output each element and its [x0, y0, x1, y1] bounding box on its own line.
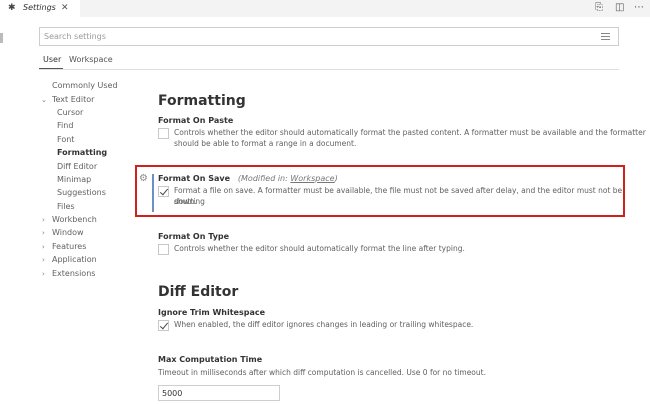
search-box[interactable]: [39, 27, 619, 46]
format-on-paste-desc-2: should be able to format a range in a do…: [174, 139, 357, 148]
format-on-type-label: Format On Type: [158, 232, 230, 241]
toc-application[interactable]: Application: [52, 255, 97, 265]
chevron-right-icon[interactable]: ›: [42, 269, 45, 279]
scope-divider: [39, 69, 619, 70]
format-on-save-title: Format On Save: [158, 174, 231, 183]
chevron-right-icon[interactable]: ›: [42, 242, 45, 252]
open-json-icon[interactable]: ⎘: [595, 1, 603, 15]
settings-tab[interactable]: ✱ Settings ✕: [0, 0, 80, 17]
max-computation-time-input[interactable]: [158, 385, 280, 401]
max-computation-time-desc: Timeout in milliseconds after which diff…: [158, 368, 486, 377]
filter-icon[interactable]: [601, 33, 610, 40]
gear-icon[interactable]: ⚙: [139, 173, 148, 185]
section-title-diff-editor: Diff Editor: [158, 284, 239, 300]
toc-cursor[interactable]: Cursor: [57, 108, 83, 118]
toc-workbench[interactable]: Workbench: [52, 215, 97, 225]
format-on-save-desc-1: Format a file on save. A formatter must …: [174, 186, 623, 206]
chevron-right-icon[interactable]: ›: [42, 215, 45, 225]
toc-minimap[interactable]: Minimap: [57, 175, 91, 185]
ignore-trim-whitespace-checkbox[interactable]: [158, 320, 169, 331]
toc-suggestions[interactable]: Suggestions: [57, 188, 106, 198]
toc-features[interactable]: Features: [52, 242, 86, 252]
settings-tab-icon: ✱: [8, 3, 16, 13]
chevron-down-icon[interactable]: ⌄: [41, 95, 47, 105]
modified-suffix: ): [334, 174, 338, 183]
toc-find[interactable]: Find: [57, 121, 73, 131]
modified-indicator: [152, 174, 154, 212]
more-actions-icon[interactable]: ⋯: [634, 1, 644, 15]
toc-diff-editor[interactable]: Diff Editor: [57, 162, 97, 172]
toc-extensions[interactable]: Extensions: [52, 269, 95, 279]
tab-workspace[interactable]: Workspace: [69, 54, 113, 66]
toc-font[interactable]: Font: [57, 135, 74, 145]
format-on-type-desc: Controls whether the editor should autom…: [174, 244, 465, 253]
format-on-save-desc-2: down.: [174, 197, 197, 206]
toc-formatting[interactable]: Formatting: [57, 148, 107, 158]
format-on-type-checkbox[interactable]: [158, 244, 169, 255]
chevron-right-icon[interactable]: ›: [42, 228, 45, 238]
split-editor-icon[interactable]: ◫: [615, 1, 624, 15]
format-on-save-checkbox[interactable]: [158, 186, 169, 197]
ignore-trim-whitespace-label: Ignore Trim Whitespace: [158, 308, 266, 317]
ignore-trim-whitespace-desc: When enabled, the diff editor ignores ch…: [174, 320, 474, 329]
activity-indicator: [0, 33, 3, 43]
format-on-paste-desc-1: Controls whether the editor should autom…: [174, 128, 646, 137]
settings-tab-title: Settings: [23, 3, 56, 12]
modified-prefix: (Modified in:: [237, 174, 291, 183]
search-input[interactable]: [42, 29, 582, 44]
toc-window[interactable]: Window: [52, 228, 84, 238]
close-icon[interactable]: ✕: [61, 2, 69, 14]
active-tab-underline: [39, 68, 63, 69]
format-on-paste-checkbox[interactable]: [158, 128, 169, 139]
toc-text-editor[interactable]: Text Editor: [52, 95, 94, 105]
toc-files[interactable]: Files: [57, 202, 75, 212]
section-title-formatting: Formatting: [158, 93, 246, 109]
modified-in-note: (Modified in: Workspace): [233, 174, 338, 183]
chevron-right-icon[interactable]: ›: [42, 255, 45, 265]
tab-user[interactable]: User: [43, 54, 61, 66]
editor-tab-bar: ✱ Settings ✕ ⎘ ◫ ⋯: [0, 0, 650, 17]
modified-scope-link[interactable]: Workspace: [290, 174, 334, 183]
toc-commonly-used[interactable]: Commonly Used: [52, 81, 118, 91]
max-computation-time-label: Max Computation Time: [158, 355, 263, 364]
format-on-paste-label: Format On Paste: [158, 116, 234, 125]
format-on-save-label: Format On Save (Modified in: Workspace): [158, 174, 338, 184]
